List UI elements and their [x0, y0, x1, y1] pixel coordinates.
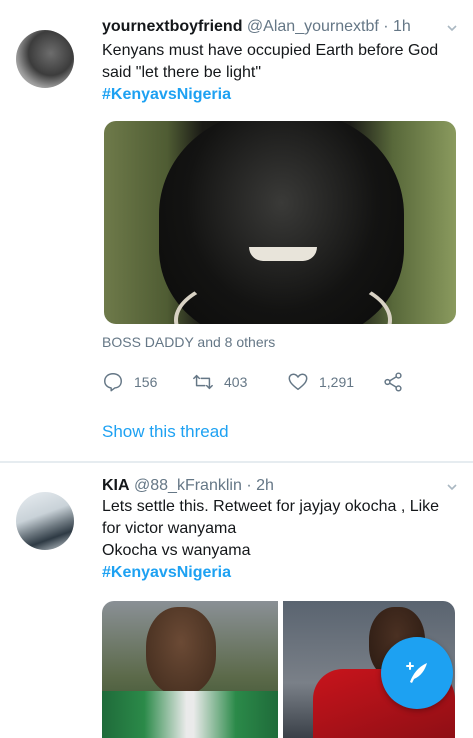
tweet-text-line: for victor wanyama: [102, 520, 237, 537]
reply-icon: [104, 373, 122, 392]
photo-head: [146, 607, 216, 695]
display-name[interactable]: KIA: [102, 477, 130, 494]
tweet-actions: 156 403 1,291: [102, 370, 422, 394]
like-count: 1,291: [319, 374, 355, 390]
avatar[interactable]: [16, 492, 74, 550]
timestamp[interactable]: 2h: [256, 477, 274, 494]
heart-icon: [288, 373, 308, 391]
reply-count: 156: [134, 374, 158, 390]
tweet-text-line: Okocha vs wanyama: [102, 542, 251, 559]
share-icon: [384, 372, 402, 392]
tweet-header: KIA @88_kFranklin · 2h: [102, 476, 274, 496]
tweet-image-left[interactable]: [102, 601, 278, 738]
like-button[interactable]: 1,291: [287, 370, 354, 394]
reply-button[interactable]: 156: [102, 370, 157, 394]
tweet-text: Lets settle this. Retweet for jayjay oko…: [102, 496, 452, 584]
retweet-count: 403: [224, 374, 248, 390]
retweet-button[interactable]: 403: [192, 370, 247, 394]
separator-dot: ·: [246, 477, 252, 494]
hashtag-link[interactable]: #KenyavsNigeria: [102, 562, 452, 584]
tweet-text-line: Lets settle this. Retweet for jayjay oko…: [102, 498, 440, 515]
photo-jersey: [102, 691, 278, 738]
social-context[interactable]: BOSS DADDY and 8 others: [102, 334, 275, 350]
tweet-card[interactable]: KIA @88_kFranklin · 2h Lets settle this.…: [0, 0, 473, 738]
retweet-icon: [193, 374, 213, 390]
compose-tweet-button[interactable]: [381, 637, 453, 709]
tweet-divider: [0, 461, 473, 463]
share-button[interactable]: [382, 370, 404, 394]
user-handle[interactable]: @88_kFranklin: [134, 477, 242, 494]
chevron-down-icon[interactable]: [447, 482, 457, 492]
compose-tweet-icon: [406, 662, 427, 683]
show-thread-link[interactable]: Show this thread: [102, 422, 229, 442]
